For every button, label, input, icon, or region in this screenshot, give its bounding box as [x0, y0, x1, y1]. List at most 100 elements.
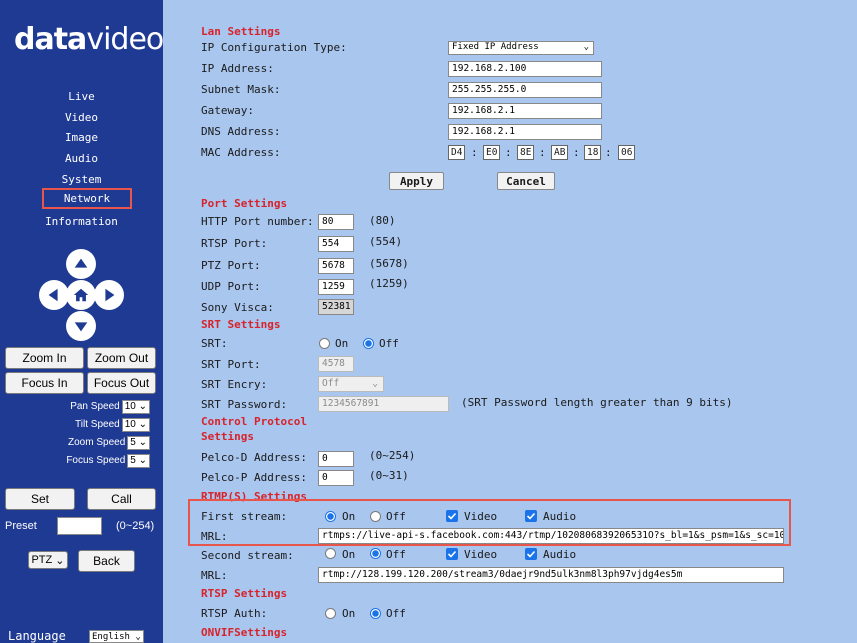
pelco-p-range: (0~31) — [369, 469, 409, 482]
check-icon — [526, 550, 536, 558]
first-stream-video-checkbox[interactable] — [446, 510, 458, 522]
second-mrl-input[interactable]: rtmp://128.199.120.200/stream3/0daejr9nd… — [318, 567, 784, 583]
ptz-home-button[interactable] — [66, 280, 96, 310]
first-stream-audio-checkbox[interactable] — [525, 510, 537, 522]
dns-address-label: DNS Address: — [201, 125, 281, 138]
zoom-out-button[interactable]: Zoom Out — [87, 347, 156, 369]
focus-speed-select[interactable]: 5 ⌄ — [127, 454, 150, 468]
arrow-right-icon — [105, 288, 115, 302]
srt-off-radio[interactable] — [363, 338, 374, 349]
pelco-p-input[interactable]: 0 — [318, 470, 354, 486]
check-icon — [447, 512, 457, 520]
tilt-speed-select[interactable]: 10 ⌄ — [121, 418, 150, 432]
mac-address-label: MAC Address: — [201, 146, 281, 159]
rtsp-auth-label: RTSP Auth: — [201, 607, 268, 620]
first-mrl-input[interactable]: rtmps://live-api-s.facebook.com:443/rtmp… — [318, 528, 784, 544]
mac-separator: : — [539, 146, 546, 159]
mac-octet-4[interactable]: AB — [551, 145, 569, 160]
preset-range: (0~254) — [116, 520, 155, 532]
first-stream-on-radio[interactable] — [325, 511, 336, 522]
mac-octet-5[interactable]: 18 — [584, 145, 602, 160]
nav-network[interactable]: Network — [42, 188, 132, 209]
zoom-in-button[interactable]: Zoom In — [5, 347, 84, 369]
ip-address-input[interactable]: 192.168.2.100 — [448, 61, 602, 77]
check-icon — [447, 550, 457, 558]
rtsp-auth-off-radio[interactable] — [370, 608, 381, 619]
ptz-port-input[interactable]: 5678 — [318, 258, 354, 274]
mac-octet-6[interactable]: 06 — [618, 145, 636, 160]
srt-encry-select[interactable]: Off ⌄ — [318, 376, 384, 392]
nav-system[interactable]: System — [0, 173, 163, 186]
nav-information[interactable]: Information — [0, 215, 163, 228]
pelco-d-input[interactable]: 0 — [318, 451, 354, 467]
second-stream-off-radio[interactable] — [370, 548, 381, 559]
srt-password-input[interactable]: 1234567891 — [318, 396, 449, 412]
rtsp-port-label: RTSP Port: — [201, 237, 268, 250]
rtsp-auth-on-radio[interactable] — [325, 608, 336, 619]
mac-separator: : — [505, 146, 512, 159]
mac-separator: : — [573, 146, 580, 159]
first-stream-video-label: Video — [464, 510, 498, 523]
second-stream-audio-checkbox[interactable] — [525, 548, 537, 560]
mac-separator: : — [471, 146, 478, 159]
control-protocol-title-line2: Settings — [201, 430, 254, 443]
nav-image[interactable]: Image — [0, 131, 163, 144]
language-select[interactable]: English ⌄ — [89, 630, 144, 643]
pelco-d-range: (0~254) — [369, 449, 416, 462]
mac-octet-2[interactable]: E0 — [483, 145, 501, 160]
call-button[interactable]: Call — [87, 488, 156, 510]
udp-port-label: UDP Port: — [201, 280, 261, 293]
preset-input[interactable] — [57, 517, 102, 535]
srt-off-label: Off — [379, 337, 399, 350]
nav-audio[interactable]: Audio — [0, 152, 163, 165]
nav-video[interactable]: Video — [0, 111, 163, 124]
http-port-input[interactable]: 80 — [318, 214, 354, 230]
rtsp-port-input[interactable]: 554 — [318, 236, 354, 252]
nav-live[interactable]: Live — [0, 90, 163, 103]
mac-octet-3[interactable]: 8E — [517, 145, 535, 160]
focus-out-button[interactable]: Focus Out — [87, 372, 156, 394]
home-icon — [73, 288, 89, 302]
ptz-left-button[interactable] — [39, 280, 69, 310]
second-mrl-label: MRL: — [201, 569, 228, 582]
preset-label: Preset — [5, 520, 37, 532]
sony-visca-input[interactable]: 52381 — [318, 299, 354, 315]
subnet-mask-input[interactable]: 255.255.255.0 — [448, 82, 602, 98]
control-protocol-title: Control Protocol — [201, 415, 307, 428]
first-stream-off-radio[interactable] — [370, 511, 381, 522]
second-stream-on-radio[interactable] — [325, 548, 336, 559]
mac-octet-1[interactable]: D4 — [448, 145, 466, 160]
dns-address-input[interactable]: 192.168.2.1 — [448, 124, 602, 140]
tilt-speed-row: Tilt Speed 10 ⌄ — [0, 418, 150, 432]
ptz-down-button[interactable] — [66, 311, 96, 341]
pan-speed-select[interactable]: 10 ⌄ — [121, 400, 150, 414]
network-settings-panel: Lan Settings IP Configuration Type: Fixe… — [163, 0, 857, 643]
srt-port-input[interactable]: 4578 — [318, 356, 354, 372]
ptz-select[interactable]: PTZ ⌄ — [28, 551, 68, 569]
ptz-right-button[interactable] — [94, 280, 124, 310]
subnet-mask-label: Subnet Mask: — [201, 83, 281, 96]
second-stream-video-checkbox[interactable] — [446, 548, 458, 560]
ptz-up-button[interactable] — [66, 249, 96, 279]
arrow-left-icon — [48, 288, 58, 302]
zoom-speed-select[interactable]: 5 ⌄ — [127, 436, 150, 450]
rtsp-port-default: (554) — [369, 235, 403, 248]
srt-password-label: SRT Password: — [201, 398, 288, 411]
gateway-label: Gateway: — [201, 104, 254, 117]
second-stream-label: Second stream: — [201, 549, 294, 562]
ip-address-label: IP Address: — [201, 62, 274, 75]
ip-config-select[interactable]: Fixed IP Address ⌄ — [448, 41, 594, 55]
back-button[interactable]: Back — [78, 550, 135, 572]
cancel-button[interactable]: Cancel — [497, 172, 555, 190]
sony-visca-label: Sony Visca: — [201, 301, 274, 314]
apply-button[interactable]: Apply — [389, 172, 444, 190]
pelco-p-label: Pelco-P Address: — [201, 471, 307, 484]
focus-in-button[interactable]: Focus In — [5, 372, 84, 394]
first-stream-on-label: On — [342, 510, 356, 523]
srt-on-radio[interactable] — [319, 338, 330, 349]
srt-label: SRT: — [201, 337, 228, 350]
lan-settings-title: Lan Settings — [201, 25, 281, 38]
set-button[interactable]: Set — [5, 488, 75, 510]
udp-port-input[interactable]: 1259 — [318, 279, 354, 295]
gateway-input[interactable]: 192.168.2.1 — [448, 103, 602, 119]
